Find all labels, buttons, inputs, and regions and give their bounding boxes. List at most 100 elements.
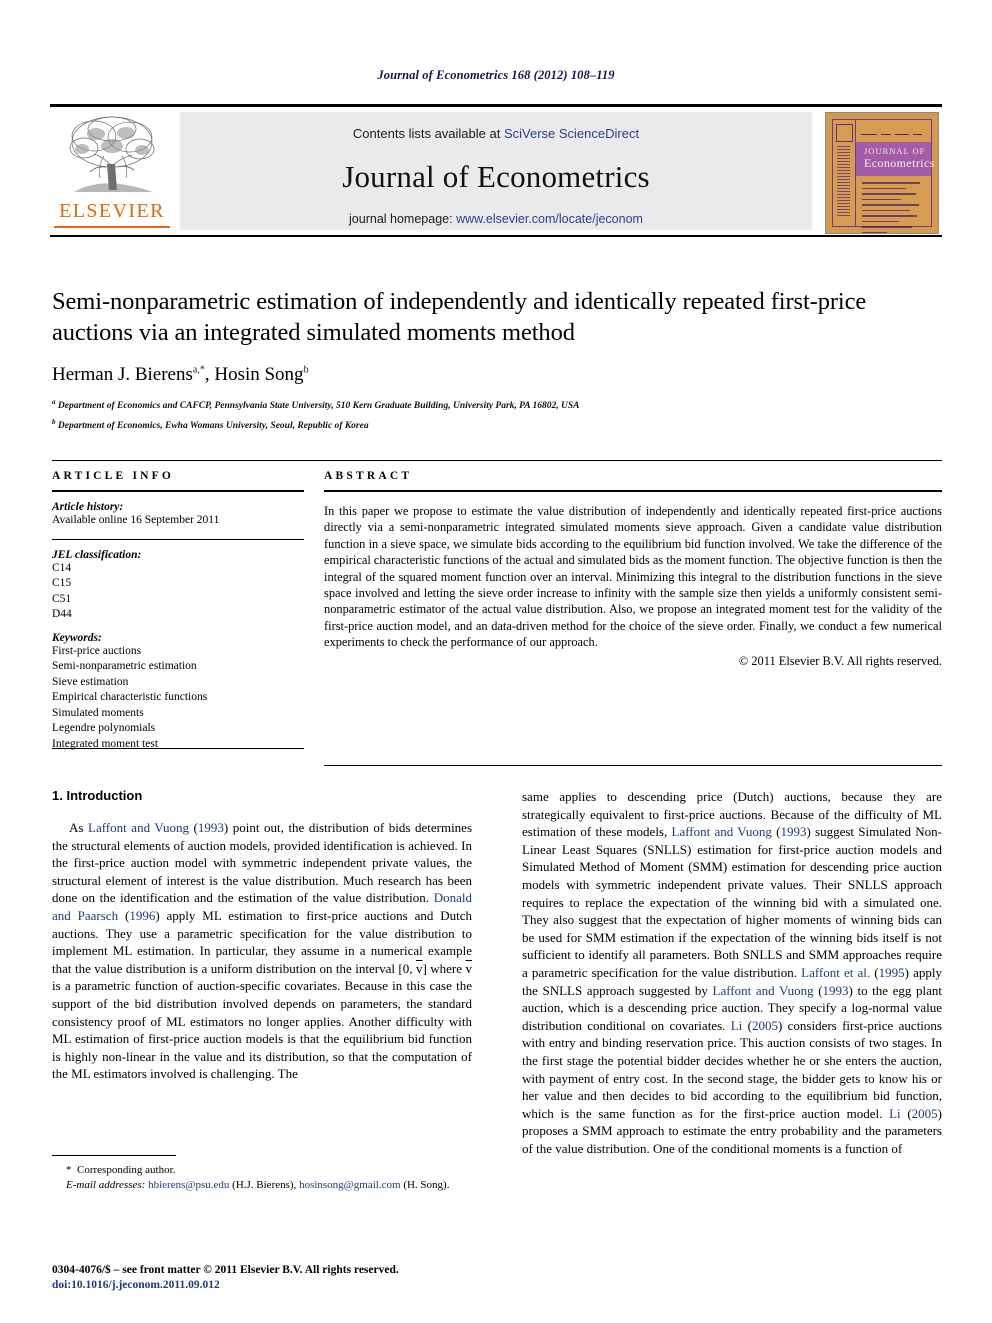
footnote-rule: [52, 1155, 176, 1157]
citation-year-link[interactable]: 1993: [823, 983, 849, 998]
jel-code: D44: [52, 608, 72, 621]
elsevier-tree-icon: [69, 116, 155, 192]
citation-link[interactable]: Laffont et al.: [801, 965, 870, 980]
journal-article-page: Journal of Econometrics 168 (2012) 108–1…: [0, 0, 992, 1323]
contents-available-line: Contents lists available at SciVerse Sci…: [180, 126, 812, 141]
affiliation-b: b Department of Economics, Ewha Womans U…: [52, 415, 932, 433]
article-info-heading-rule: [52, 490, 304, 492]
masthead-top-rule: [50, 104, 942, 107]
text-run: (: [870, 964, 879, 980]
cover-title-band: JOURNAL OF Econometrics: [856, 142, 934, 176]
email-addresses-note: E-mail addresses: hbierens@psu.edu (H.J.…: [52, 1178, 472, 1193]
citation-year-link[interactable]: 1993: [780, 824, 806, 839]
author-2-affiliation-marker[interactable]: b: [304, 365, 309, 376]
article-history-value: Available online 16 September 2011: [52, 514, 220, 526]
cover-spine-lines: [837, 146, 850, 220]
cover-inner: JOURNAL OF Econometrics: [832, 119, 934, 233]
jel-classification-label: JEL classification:: [52, 548, 142, 561]
intro-paragraph-right: same applies to descending price (Dutch)…: [522, 788, 942, 1157]
info-column-bottom-rule: [52, 748, 304, 750]
author-2: , Hosin Song: [204, 364, 304, 385]
keyword-item: Integrated moment test: [52, 737, 159, 750]
doi-link[interactable]: doi:10.1016/j.jeconom.2011.09.012: [52, 1278, 482, 1293]
cover-toc-lines: [862, 182, 925, 233]
affiliation-b-text: Department of Economics, Ewha Womans Uni…: [57, 421, 369, 432]
email-label: E-mail addresses:: [66, 1178, 146, 1191]
contents-prefix: Contents lists available at: [352, 126, 504, 141]
title-block: Semi-nonparametric estimation of indepen…: [52, 286, 932, 433]
citation-year-link[interactable]: 1995: [879, 965, 905, 980]
issn-copyright-block: 0304-4076/$ – see front matter © 2011 El…: [52, 1263, 482, 1293]
panel-top-rule: [52, 460, 942, 461]
corresponding-author-note: * Corresponding author.: [52, 1163, 472, 1178]
affiliation-b-marker: b: [52, 418, 56, 427]
email-owner-2: (H. Song).: [403, 1178, 450, 1191]
cover-spine: [833, 120, 856, 226]
corresponding-author-text: Corresponding author.: [77, 1164, 176, 1177]
running-head: Journal of Econometrics 168 (2012) 108–1…: [377, 68, 615, 82]
citation-link[interactable]: Li: [731, 1018, 743, 1033]
keyword-item: Sieve estimation: [52, 675, 129, 688]
keyword-item: Simulated moments: [52, 706, 144, 719]
text-run: As: [69, 820, 88, 835]
author-1: Herman J. Bierens: [52, 364, 193, 385]
text-run: (: [900, 1105, 912, 1121]
elsevier-logo: ELSEVIER: [52, 112, 172, 230]
text-run: ) considers first-price auctions with en…: [522, 1017, 942, 1121]
abstract-copyright: © 2011 Elsevier B.V. All rights reserved…: [738, 653, 942, 668]
author-list: Herman J. Bierensa,*, Hosin Songb: [52, 364, 932, 386]
jel-code: C15: [52, 577, 72, 590]
author-1-affiliation-marker[interactable]: a,*: [193, 365, 205, 376]
keyword-item: First-price auctions: [52, 644, 142, 657]
abstract-bottom-rule: [324, 765, 942, 766]
citation-year-link[interactable]: 2005: [912, 1106, 938, 1121]
cover-title-line2: Econometrics: [864, 156, 935, 170]
section-heading-introduction: 1. Introduction: [52, 788, 143, 803]
page-title: Semi-nonparametric estimation of indepen…: [52, 288, 867, 346]
footnote-block: * Corresponding author. E-mail addresses…: [52, 1155, 472, 1192]
citation-link[interactable]: Li: [889, 1106, 901, 1121]
jel-code: C51: [52, 592, 72, 605]
citation-year-link[interactable]: 1996: [129, 908, 155, 923]
text-run: is a parametric function of auction-spec…: [52, 978, 472, 1082]
article-info-heading: Article info: [52, 470, 175, 482]
citation-link[interactable]: Laffont and Vuong: [88, 820, 189, 835]
math-v-bar: v: [465, 960, 472, 976]
citation-link[interactable]: Laffont and Vuong: [672, 824, 772, 839]
elsevier-wordmark: ELSEVIER: [59, 200, 165, 222]
article-history-label: Article history:: [52, 501, 124, 513]
journal-title: Journal of Econometrics: [342, 159, 650, 194]
cover-spine-box: [836, 124, 853, 142]
email-link-bierens[interactable]: hbierens@psu.edu: [148, 1179, 229, 1191]
text-run: ] where: [422, 960, 466, 976]
cover-title-line1: JOURNAL OF: [864, 146, 926, 156]
text-run: ) suggest Simulated Non-Linear Least Squ…: [522, 824, 942, 980]
abstract-heading-rule: [324, 490, 942, 492]
article-info-divider: [52, 538, 304, 540]
article-info-column: Article info Article history: Available …: [52, 470, 304, 752]
abstract-column: Abstract In this paper we propose to est…: [324, 470, 942, 669]
keyword-item: Empirical characteristic functions: [52, 691, 208, 704]
jel-code: C14: [52, 561, 72, 574]
text-run: (: [813, 982, 823, 998]
sciencedirect-link[interactable]: SciVerse ScienceDirect: [504, 126, 639, 141]
elsevier-underline: [54, 226, 170, 228]
citation-year-link[interactable]: 1993: [198, 820, 224, 835]
homepage-prefix: journal homepage:: [349, 212, 457, 226]
email-link-song[interactable]: hosinsong@gmail.com: [299, 1179, 401, 1191]
masthead-center-panel: Contents lists available at SciVerse Sci…: [180, 112, 812, 230]
body-column-left: 1. Introduction As Laffont and Vuong (19…: [52, 788, 472, 1083]
keywords-label: Keywords:: [52, 631, 102, 644]
abstract-heading: Abstract: [324, 470, 413, 482]
citation-link[interactable]: Laffont and Vuong: [713, 983, 814, 998]
citation-year-link[interactable]: 2005: [752, 1018, 778, 1033]
affiliation-a-text: Department of Economics and CAFCP, Penns…: [57, 401, 580, 412]
corresponding-author-marker: *: [66, 1164, 72, 1177]
body-column-right: same applies to descending price (Dutch)…: [522, 788, 942, 1157]
homepage-link[interactable]: www.elsevier.com/locate/jeconom: [456, 212, 643, 226]
intro-paragraph-left: As Laffont and Vuong (1993) point out, t…: [52, 819, 472, 1083]
text-run: (: [189, 820, 198, 835]
journal-homepage-line: journal homepage: www.elsevier.com/locat…: [180, 212, 812, 226]
email-owner-1: (H.J. Bierens),: [229, 1178, 300, 1191]
keyword-item: Legendre polynomials: [52, 722, 156, 735]
